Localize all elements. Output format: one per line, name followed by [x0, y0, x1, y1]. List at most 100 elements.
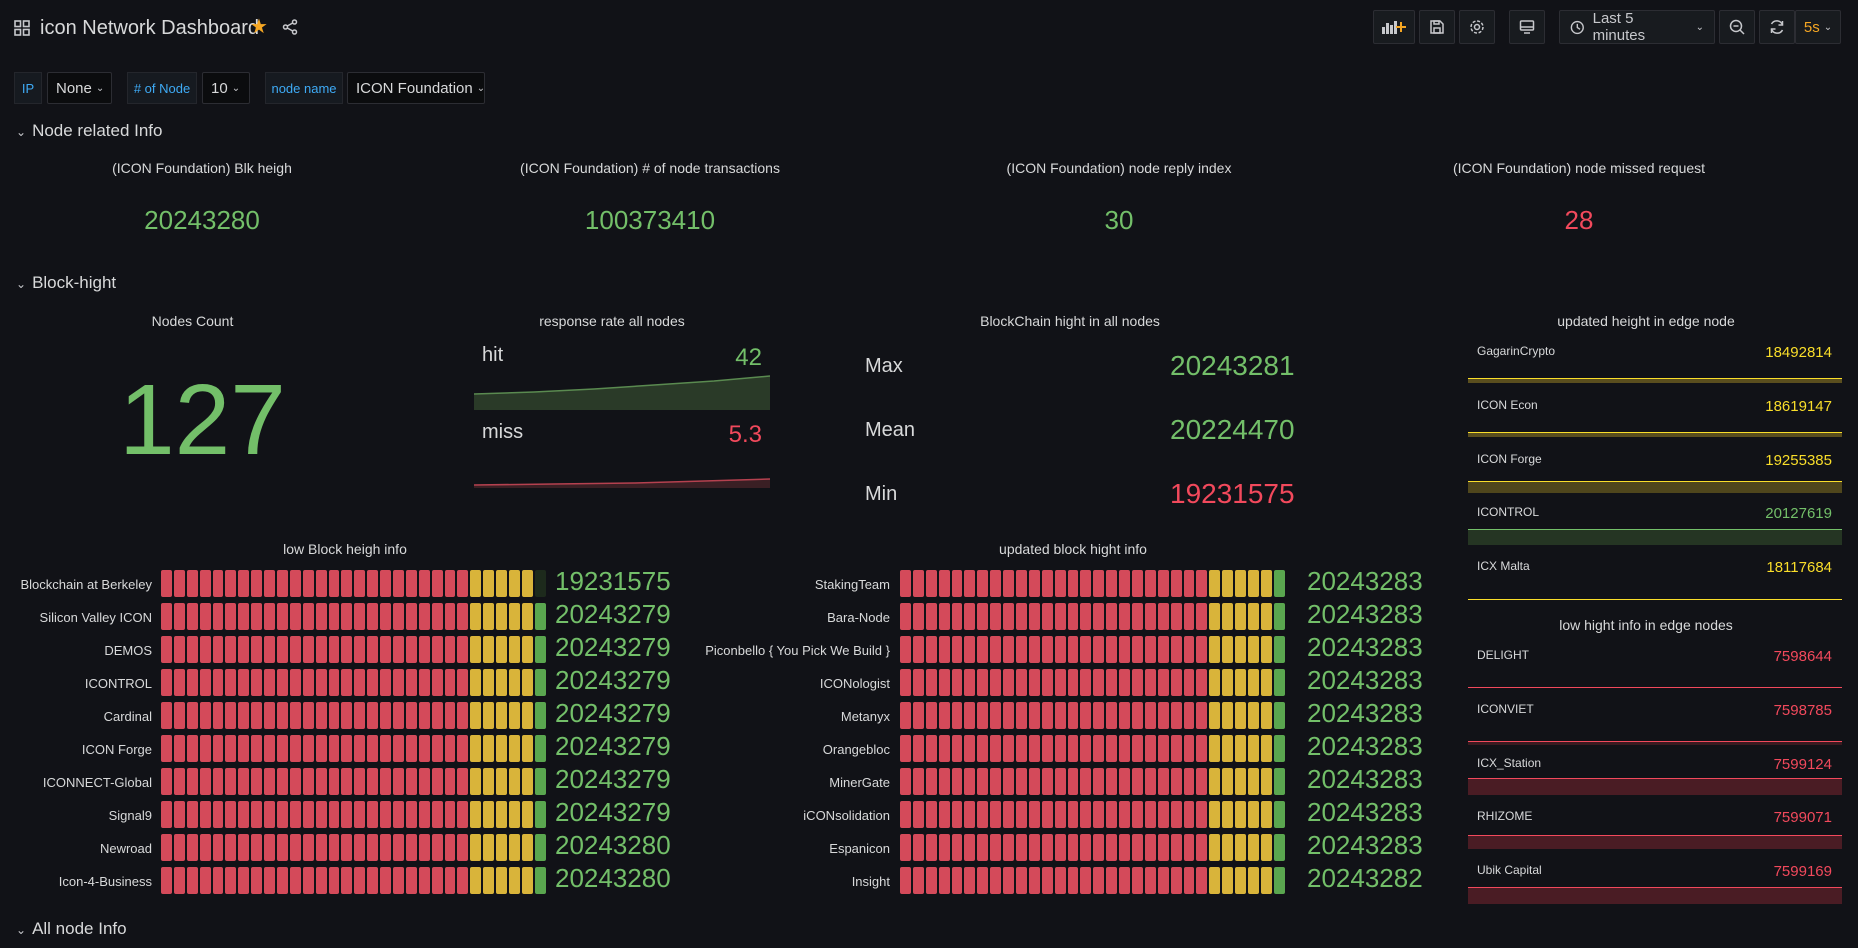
bargauge-label: ICONTROL	[84, 676, 152, 691]
bargauge-cell	[315, 801, 327, 828]
bargauge-value: 20243279	[555, 698, 671, 728]
bargauge-cell	[264, 570, 276, 597]
bargauge-cell	[302, 570, 314, 597]
row-title: Block-hight	[32, 273, 117, 292]
bargauge-cell	[264, 735, 276, 762]
apps-icon[interactable]	[14, 20, 30, 36]
row-node-related-info[interactable]: ⌄ Node related Info	[16, 121, 162, 141]
bargauge-cell	[277, 570, 288, 597]
row-title: All node Info	[32, 919, 127, 938]
bargauge-label: iCONsolidation	[803, 808, 890, 823]
refresh-button[interactable]	[1759, 10, 1795, 44]
bargauge-label: MinerGate	[829, 775, 890, 790]
bargauge-cell	[483, 834, 495, 861]
bargauge-cell	[900, 735, 911, 762]
bargauge-cell	[1183, 867, 1195, 894]
row-all-node-info[interactable]: ⌄ All node Info	[16, 919, 127, 939]
bargauge-cell	[1067, 636, 1079, 663]
bargauge-cell	[367, 801, 379, 828]
chevron-down-icon: ⌄	[95, 82, 105, 94]
bargauge-cell	[509, 603, 520, 630]
bargauge-cell	[1235, 669, 1247, 696]
bargauge-cell	[173, 702, 185, 729]
bargauge-cell	[457, 603, 469, 630]
bargauge-label: ICONologist	[819, 676, 890, 691]
bargauge-cell	[302, 867, 314, 894]
bargauge-cell	[1273, 636, 1285, 663]
bargauge-cell	[1170, 801, 1182, 828]
bargauge-cell	[251, 867, 263, 894]
bargauge-cell	[418, 834, 430, 861]
bargauge-cell	[1170, 867, 1182, 894]
variable-select-node-count[interactable]: 10 ⌄	[202, 72, 250, 104]
bargauge-cell	[341, 768, 353, 795]
variable-select-ip[interactable]: None ⌄	[47, 72, 112, 104]
bargauge-cell	[1260, 768, 1272, 795]
add-panel-button[interactable]	[1373, 10, 1415, 44]
bargauge-cell	[1222, 768, 1234, 795]
star-icon[interactable]: ★	[250, 17, 268, 37]
bargauge-cell	[1196, 669, 1208, 696]
bargauge-cell	[1273, 735, 1285, 762]
tv-mode-button[interactable]	[1509, 10, 1545, 44]
refresh-interval-value: 5s	[1803, 18, 1820, 36]
bargauge-cell	[186, 636, 198, 663]
bargauge-cell	[912, 570, 924, 597]
bargauge-cell	[1106, 834, 1118, 861]
time-range-picker[interactable]: Last 5 minutes ⌄	[1559, 10, 1715, 44]
bargauge-cell	[186, 735, 198, 762]
bargauge-cell	[328, 636, 340, 663]
bargauge-cell	[380, 702, 392, 729]
bargauge-cell	[1132, 669, 1143, 696]
bargauge-cell	[328, 801, 340, 828]
bargauge-cell	[1016, 636, 1027, 663]
bargauge-cell	[951, 768, 963, 795]
bargauge-cell	[938, 801, 950, 828]
bargauge-cell	[483, 768, 495, 795]
dashboard-title[interactable]: icon Network Dashboard	[40, 17, 259, 40]
bargauge-cell	[509, 735, 520, 762]
save-button[interactable]	[1419, 10, 1455, 44]
bargauge-cell	[393, 867, 404, 894]
bargauge-cell	[225, 603, 237, 630]
variable-select-node-name[interactable]: ICON Foundation ⌄	[347, 72, 485, 104]
bargauge-cell	[483, 669, 495, 696]
bargauge-cell	[161, 702, 172, 729]
share-icon[interactable]	[282, 19, 298, 35]
zoom-out-button[interactable]	[1719, 10, 1755, 44]
bargauge-cell	[1157, 735, 1169, 762]
bargauge-cell	[1157, 636, 1169, 663]
min-value: 19231575	[1170, 478, 1295, 509]
bargauge-cell	[238, 801, 250, 828]
bargauge-cell	[912, 801, 924, 828]
bargauge-cell	[302, 768, 314, 795]
bargauge-cell	[277, 834, 288, 861]
bargauge-cell	[1170, 768, 1182, 795]
bargauge-cell	[186, 834, 198, 861]
bargauge-cell	[1093, 702, 1105, 729]
bargauge-cell	[1093, 669, 1105, 696]
bargauge-cell	[393, 603, 404, 630]
settings-button[interactable]	[1459, 10, 1495, 44]
bargauge-cell	[238, 603, 250, 630]
panel-title: BlockChain hight in all nodes	[980, 313, 1160, 329]
bargauge-cell	[990, 801, 1002, 828]
row-block-hight[interactable]: ⌄ Block-hight	[16, 273, 116, 293]
bargauge-cell	[225, 702, 237, 729]
bargauge-cell	[1067, 867, 1079, 894]
bargauge-label: Blockchain at Berkeley	[20, 577, 152, 592]
bargauge-cell	[1132, 867, 1143, 894]
bargauge-cell	[483, 867, 495, 894]
bargauge-cell	[315, 603, 327, 630]
bargauge-cell	[431, 801, 443, 828]
bargauge-bar	[900, 570, 1285, 597]
bargauge-cell	[212, 768, 224, 795]
bargauge-bar	[161, 735, 546, 762]
top-navbar: icon Network Dashboard ★ Last 5 minutes …	[0, 0, 1858, 56]
bargauge-cell	[380, 570, 392, 597]
bargauge-cell	[1183, 669, 1195, 696]
bargauge-cell	[509, 570, 520, 597]
bargauge-cell	[521, 636, 533, 663]
bargauge-value: 20243283	[1307, 731, 1423, 761]
refresh-interval-picker[interactable]: 5s ⌄	[1795, 10, 1841, 44]
